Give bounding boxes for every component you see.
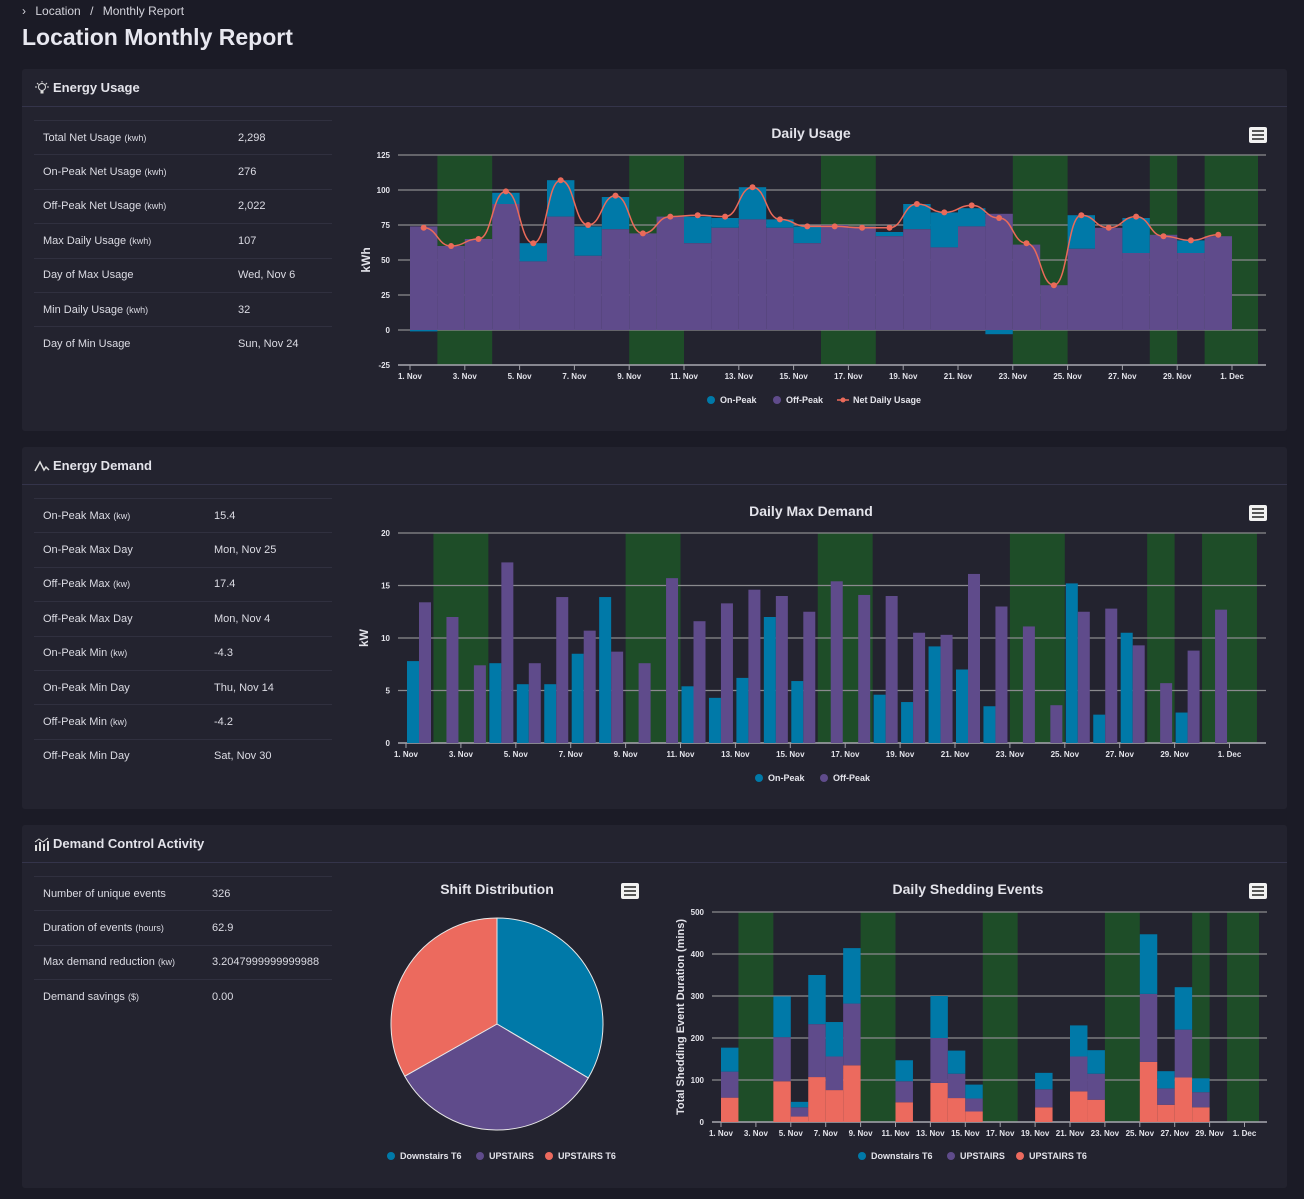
stat-value: 3.2047999999999988 (212, 956, 320, 969)
stat-row: Off-Peak Max (kw) 17.4 (34, 566, 332, 601)
panel-header: Energy Demand (22, 447, 1287, 485)
stat-label: Max demand reduction (kw) (43, 956, 175, 969)
lightbulb-icon (35, 80, 49, 93)
stat-label: On-Peak Net Usage (kwh) (43, 166, 167, 179)
stat-label: Off-Peak Max Day (43, 612, 133, 625)
stat-unit: (kwh) (126, 304, 149, 315)
stat-row: Demand savings ($) 0.00 (34, 979, 332, 1013)
stat-label: On-Peak Max (kw) (43, 509, 131, 522)
stat-row: Max Daily Usage (kwh) 107 (34, 223, 332, 257)
stat-row: Total Net Usage (kwh) 2,298 (34, 120, 332, 154)
stat-label: Day of Max Usage (43, 269, 134, 282)
stat-label: Min Daily Usage (kwh) (43, 303, 149, 316)
stat-row: Off-Peak Min Day Sat, Nov 30 (34, 738, 332, 773)
stat-label: Number of unique events (43, 887, 166, 900)
breadcrumb: › Location / Monthly Report (22, 4, 190, 18)
stat-value: 17.4 (214, 578, 236, 591)
stat-value: 107 (238, 234, 257, 247)
stat-value: Sat, Nov 30 (214, 750, 272, 763)
stat-unit: (hours) (135, 923, 164, 934)
breadcrumb-monthly-report[interactable]: Monthly Report (103, 4, 184, 18)
stat-unit: (kw) (110, 717, 128, 728)
stat-row: Off-Peak Net Usage (kwh) 2,022 (34, 188, 332, 223)
panel-title: Demand Control Activity (53, 836, 205, 851)
stat-value: 326 (212, 887, 231, 900)
stat-value: 15.4 (214, 509, 236, 522)
panel-title: Energy Usage (53, 80, 140, 95)
chart-menu-button[interactable] (1249, 883, 1267, 899)
stat-unit: (kwh) (144, 201, 167, 212)
panel-title: Energy Demand (53, 458, 152, 473)
stat-unit: (kwh) (129, 235, 152, 246)
panel-header: Energy Usage (22, 69, 1287, 107)
demand-control-stats-table: Number of unique events 326 Duration of e… (34, 876, 332, 1014)
stat-row: On-Peak Net Usage (kwh) 276 (34, 154, 332, 188)
stat-unit: (kwh) (124, 132, 147, 143)
stat-label: On-Peak Max Day (43, 544, 133, 557)
stat-row: Number of unique events 326 (34, 876, 332, 910)
stat-value: Wed, Nov 6 (238, 269, 296, 282)
stat-row: Off-Peak Max Day Mon, Nov 4 (34, 601, 332, 635)
stat-label: Demand savings ($) (43, 990, 139, 1003)
stat-value: 2,298 (238, 131, 266, 144)
breadcrumb-location[interactable]: Location (35, 4, 80, 18)
stat-value: 2,022 (238, 200, 266, 213)
demand-stats-table: On-Peak Max (kw) 15.4 On-Peak Max Day Mon,… (34, 498, 332, 773)
stat-row: On-Peak Min Day Thu, Nov 14 (34, 669, 332, 704)
chart-menu-button[interactable] (621, 883, 639, 899)
stat-value: Sun, Nov 24 (238, 338, 299, 351)
stat-row: Off-Peak Min (kw) -4.2 (34, 704, 332, 738)
stat-unit: (kw) (113, 510, 131, 521)
stat-row: Max demand reduction (kw) 3.2047999999999… (34, 944, 332, 979)
stat-unit: (kw) (157, 957, 175, 968)
stat-label: Off-Peak Min Day (43, 750, 130, 763)
usage-stats-table: Total Net Usage (kwh) 2,298 On-Peak Net Us… (34, 120, 332, 361)
stat-label: Off-Peak Max (kw) (43, 578, 131, 591)
stat-unit: (kw) (113, 579, 131, 590)
stat-unit: ($) (128, 991, 139, 1002)
stat-value: -4.3 (214, 647, 233, 660)
stat-row: Min Daily Usage (kwh) 32 (34, 291, 332, 326)
stat-row: On-Peak Min (kw) -4.3 (34, 635, 332, 670)
stat-row: Duration of events (hours) 62.9 (34, 910, 332, 944)
stat-value: -4.2 (214, 716, 233, 729)
page-title: Location Monthly Report (22, 24, 293, 50)
stat-row: On-Peak Max Day Mon, Nov 25 (34, 532, 332, 566)
breadcrumb-separator: / (90, 4, 94, 18)
stat-label: Day of Min Usage (43, 338, 131, 351)
bar-chart-icon (34, 837, 49, 851)
activity-icon (34, 459, 50, 471)
stat-row: Day of Min Usage Sun, Nov 24 (34, 326, 332, 360)
stat-label: Total Net Usage (kwh) (43, 131, 147, 144)
stat-row: Day of Max Usage Wed, Nov 6 (34, 257, 332, 292)
stat-label: Off-Peak Min (kw) (43, 716, 128, 729)
stat-value: Mon, Nov 25 (214, 544, 277, 557)
panel-header: Demand Control Activity (22, 825, 1287, 863)
stat-label: On-Peak Min (kw) (43, 647, 128, 660)
stat-label: On-Peak Min Day (43, 681, 130, 694)
stat-unit: (kwh) (144, 167, 167, 178)
energy-demand-panel: Energy Demand On-Peak Max (kw) 15.4 On-Pea… (22, 447, 1287, 809)
stat-value: 62.9 (212, 922, 234, 935)
stat-label: Off-Peak Net Usage (kwh) (43, 200, 167, 213)
stat-value: Mon, Nov 4 (214, 612, 271, 625)
chevron-right-icon: › (22, 4, 26, 18)
chart-menu-button[interactable] (1249, 505, 1267, 521)
stat-value: 32 (238, 303, 251, 316)
stat-value: 276 (238, 166, 257, 179)
stat-label: Duration of events (hours) (43, 922, 164, 935)
stat-unit: (kw) (110, 648, 128, 659)
chart-menu-button[interactable] (1249, 127, 1267, 143)
demand-control-panel: Demand Control Activity Number of unique… (22, 825, 1287, 1188)
stat-label: Max Daily Usage (kwh) (43, 234, 152, 247)
stat-value: Thu, Nov 14 (214, 681, 274, 694)
stat-value: 0.00 (212, 990, 234, 1003)
stat-row: On-Peak Max (kw) 15.4 (34, 498, 332, 532)
energy-usage-panel: Energy Usage Total Net Usage (kwh) 2,298 O… (22, 69, 1287, 431)
